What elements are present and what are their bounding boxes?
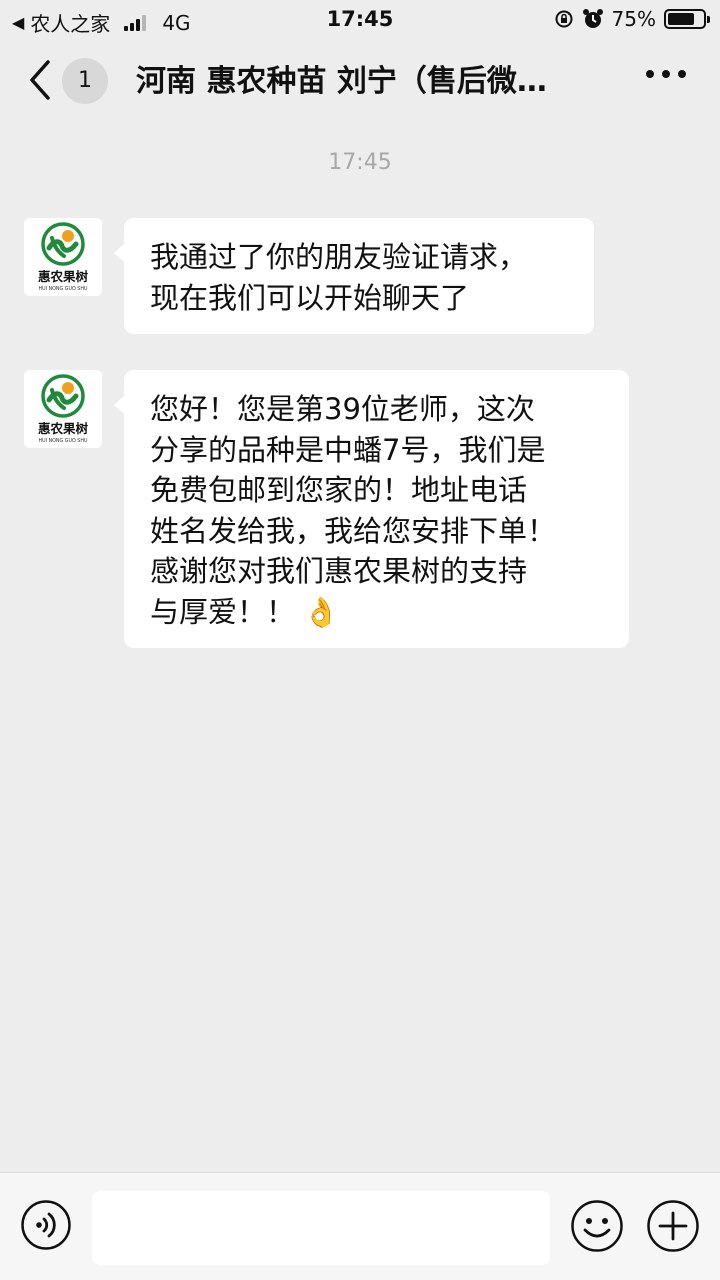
message-line: 免费包邮到您家的！地址电话: [150, 473, 528, 507]
chat-title: 河南 惠农种苗 刘宁（售后微…: [136, 64, 547, 99]
message-line: 感谢您对我们惠农果树的支持: [150, 554, 528, 588]
logo-text: 惠农果树: [38, 269, 89, 284]
message-line: 我通过了你的朋友验证请求，: [150, 240, 528, 274]
status-bar: ◀ 农人之家 4G 17:45 75%: [0, 0, 720, 40]
status-right: 75%: [554, 7, 710, 31]
nav-bar: 1 河南 惠农种苗 刘宁（售后微…: [0, 40, 720, 124]
message-line-last: 与厚爱！！ 👌: [150, 592, 603, 633]
message-line: 现在我们可以开始聊天了: [150, 280, 470, 315]
input-bar: [0, 1172, 720, 1280]
huinong-logo-icon: 惠农果树 HUI NONG GUO SHU: [38, 222, 89, 292]
avatar[interactable]: 惠农果树 HUI NONG GUO SHU: [24, 218, 102, 296]
ellipsis-icon: [646, 70, 654, 78]
huinong-logo-icon: 惠农果树 HUI NONG GUO SHU: [38, 374, 89, 444]
logo-text: 惠农果树: [38, 421, 89, 436]
message-bubble[interactable]: 您好！您是第39位老师，这次 分享的品种是中蟠7号，我们是 免费包邮到您家的！地…: [114, 370, 629, 648]
battery-fill: [668, 13, 694, 25]
more-options-button[interactable]: [646, 70, 686, 78]
rotation-lock-icon: [555, 10, 573, 28]
logo-subtext: HUI NONG GUO SHU: [39, 286, 88, 292]
message-timestamp: 17:45: [328, 150, 392, 175]
message-line: 与厚爱！！: [150, 594, 296, 629]
message-input[interactable]: [92, 1191, 550, 1265]
voice-icon[interactable]: [20, 1199, 72, 1251]
message-line: 姓名发给我，我给您安排下单！: [150, 513, 557, 548]
message-bubble[interactable]: 我通过了你的朋友验证请求， 现在我们可以开始聊天了: [114, 218, 594, 334]
ok-hand-emoji-icon: 👌: [303, 594, 340, 629]
battery-icon: [664, 9, 710, 29]
unread-count-badge[interactable]: 1: [62, 58, 108, 104]
emoji-icon[interactable]: [570, 1199, 624, 1253]
logo-subtext: HUI NONG GUO SHU: [39, 438, 88, 444]
plus-icon[interactable]: [646, 1199, 700, 1253]
message-line: 您好！您是第39位老师，这次: [150, 392, 535, 426]
message-line: 分享的品种是中蟠7号，我们是: [150, 432, 546, 467]
avatar[interactable]: 惠农果树 HUI NONG GUO SHU: [24, 370, 102, 448]
chevron-left-icon[interactable]: [22, 54, 62, 106]
battery-percent: 75%: [611, 7, 656, 31]
alarm-icon: [582, 9, 603, 28]
